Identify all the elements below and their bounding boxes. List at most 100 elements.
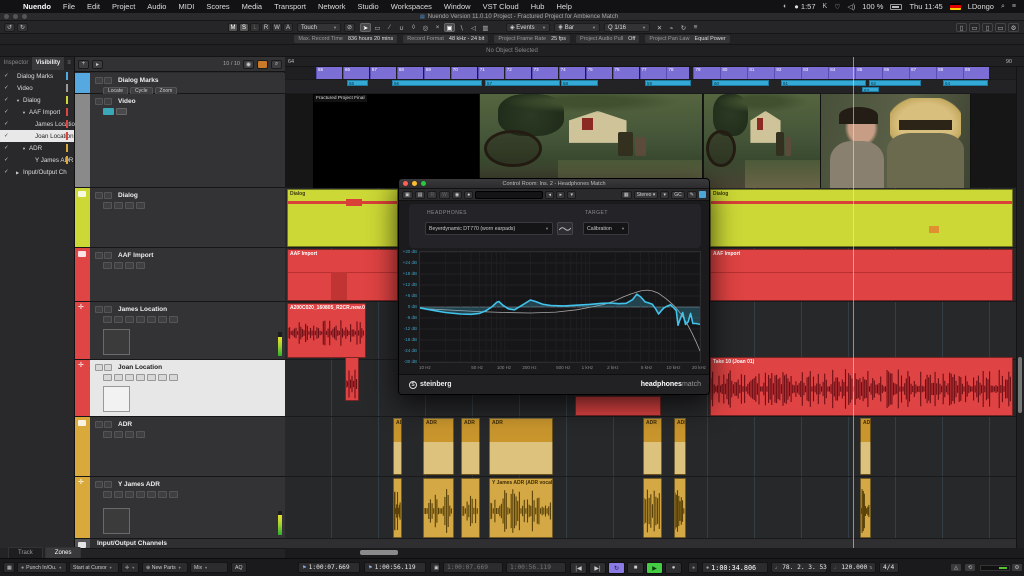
funnel-button[interactable]: ● <box>464 191 473 199</box>
adr-folder-event-3[interactable]: ADR <box>489 418 553 475</box>
monitor-button[interactable] <box>114 491 123 498</box>
adr-folder-event-4[interactable]: ADR <box>643 418 662 475</box>
cycle-marker-63[interactable]: 63 <box>862 87 879 92</box>
menu-project[interactable]: Project <box>106 2 141 11</box>
grid-quantize-button[interactable]: ▦ <box>3 562 15 573</box>
menu-nuendo[interactable]: Nuendo <box>17 2 57 11</box>
horizontal-scroll-thumb[interactable] <box>360 550 398 555</box>
marker-80[interactable]: 80 <box>720 67 746 79</box>
user-name[interactable]: LDongo <box>968 2 994 11</box>
visibility-menu-icon[interactable]: ≡ <box>64 57 74 70</box>
menu-edit[interactable]: Edit <box>81 2 106 11</box>
punch-in-time[interactable]: 1:00:07.669 <box>443 562 503 573</box>
insert-state-button[interactable] <box>136 262 145 269</box>
menu-studio[interactable]: Studio <box>351 2 384 11</box>
track-header-joan-location[interactable]: ✛Joan Location <box>75 360 285 417</box>
expand-arrow-icon[interactable]: ▼ <box>22 146 26 151</box>
metronome-button[interactable]: ◬ <box>950 563 962 572</box>
window-minimize-button[interactable] <box>13 14 18 19</box>
menu-hub[interactable]: Hub <box>525 2 551 11</box>
cycle-marker-59[interactable]: 59 <box>645 80 691 86</box>
automation-s-button[interactable]: S <box>239 23 249 32</box>
marker-68[interactable]: 68 <box>397 67 423 79</box>
window-transport-icon[interactable]: ▭ <box>995 23 1006 32</box>
mute-button[interactable] <box>95 421 103 428</box>
monitor-button[interactable] <box>114 431 123 438</box>
monitor-button[interactable] <box>114 262 123 269</box>
headphones-match-plugin-window[interactable]: Control Room: Ins. 2 - Headphones Match … <box>398 178 710 395</box>
marker-77[interactable]: 77 <box>640 67 666 79</box>
manage-icon[interactable]: ▤ <box>415 191 426 199</box>
pre-record-button[interactable]: ● <box>688 562 698 573</box>
zone-tab-track[interactable]: Track <box>8 547 43 558</box>
marker-69[interactable]: 69 <box>424 67 450 79</box>
split-tool[interactable]: ∕ <box>384 23 395 32</box>
monitor-button[interactable] <box>114 316 123 323</box>
mute-tool[interactable]: × <box>432 23 443 32</box>
input-language-flag[interactable] <box>950 3 961 10</box>
add-track-button[interactable]: + <box>78 60 89 69</box>
solo-button[interactable] <box>104 306 112 313</box>
punch-mode-select[interactable]: ● Punch In/Ou. ▼ <box>17 562 67 573</box>
track-header-y-james-adr[interactable]: ✛Y James ADR <box>75 477 285 539</box>
automation-r-button[interactable]: R <box>261 23 271 32</box>
tempo-display[interactable]: ♩120.000⇅ <box>830 562 876 573</box>
find-track-button[interactable]: ⌕ <box>271 60 282 69</box>
adr-folder-event-5[interactable]: ADR <box>674 418 686 475</box>
mute-button[interactable] <box>95 192 103 199</box>
colorize-button[interactable] <box>257 60 268 69</box>
video-thumb-toggle[interactable] <box>103 108 114 115</box>
eq-state-button[interactable] <box>147 374 156 381</box>
marker-87[interactable]: 87 <box>909 67 935 79</box>
aaf-event-1[interactable]: AAF Import <box>710 249 1013 301</box>
visibility-item-input-output-ch[interactable]: ✓▶Input/Output Ch <box>0 166 74 178</box>
automation-button[interactable] <box>169 491 178 498</box>
range-select-tool[interactable]: ▭ <box>372 23 383 32</box>
record-mode-select[interactable]: Mix ▼ <box>190 562 228 573</box>
window-zoom-button[interactable] <box>22 14 27 19</box>
edit-channel-button[interactable] <box>125 316 134 323</box>
cycle-marker-62[interactable]: 62 <box>869 80 921 86</box>
yjames-adr-event-4[interactable] <box>643 478 662 538</box>
marker-89[interactable]: 89 <box>963 67 989 79</box>
cycle-marker-57[interactable]: 57 <box>485 80 560 86</box>
check-icon[interactable]: ✓ <box>4 73 9 79</box>
quantize-select[interactable]: Q 1/16▼ <box>604 23 650 32</box>
joan-location-event-2[interactable]: Take 10 (Joan 01) <box>710 357 1013 416</box>
send-state-button[interactable] <box>158 316 167 323</box>
window-right-zone-icon[interactable]: ▯ <box>982 23 993 32</box>
draw-tool[interactable]: ∖ <box>456 23 467 32</box>
automation-l-button[interactable]: L <box>250 23 260 32</box>
spotlight-icon[interactable]: ⌕ <box>1001 3 1005 11</box>
plugin-zoom-button[interactable] <box>421 181 426 186</box>
visibility-item-james-locatio[interactable]: ✓James Locatio <box>0 118 74 130</box>
marker-78[interactable]: 78 <box>666 67 689 79</box>
color-tool[interactable]: ▥ <box>480 23 491 32</box>
menu-clock[interactable]: Thu 11:45 <box>909 2 942 11</box>
mute-button[interactable] <box>95 252 103 259</box>
video-mute-toggle[interactable] <box>116 108 127 115</box>
right-locator[interactable]: ⚑1:00:56.119 <box>364 562 426 573</box>
edit-icon[interactable]: ✎ <box>687 191 697 199</box>
solo-button[interactable] <box>104 364 112 371</box>
menu-workspaces[interactable]: Workspaces <box>385 2 438 11</box>
preset-menu-button[interactable]: ▾ <box>567 191 576 199</box>
mute-button[interactable] <box>95 77 103 84</box>
preset-name-field[interactable] <box>475 191 543 199</box>
eq-icon[interactable]: ▦ <box>621 191 632 199</box>
volume-icon[interactable]: ◁) <box>847 3 855 11</box>
gc-icon[interactable]: GC <box>671 191 685 199</box>
eq-state-button[interactable] <box>147 316 156 323</box>
mute-button[interactable] <box>95 364 103 371</box>
window-zones-left-icon[interactable]: ▯ <box>956 23 967 32</box>
timeline-ruler[interactable]: 6490 <box>285 57 1024 67</box>
menu-vst-cloud[interactable]: VST Cloud <box>477 2 525 11</box>
dialog-event-0[interactable]: Dialog <box>287 189 398 247</box>
cycle-marker-60[interactable]: 60 <box>712 80 769 86</box>
zoom-tool[interactable]: ◎ <box>420 23 431 32</box>
insert-mode-select[interactable]: ⊕ New Parts ▼ <box>142 562 188 573</box>
marker-81[interactable]: 81 <box>747 67 773 79</box>
solo-button[interactable] <box>104 98 112 105</box>
record-enable-button[interactable] <box>103 202 112 209</box>
visibility-item-video[interactable]: ✓Video <box>0 82 74 94</box>
